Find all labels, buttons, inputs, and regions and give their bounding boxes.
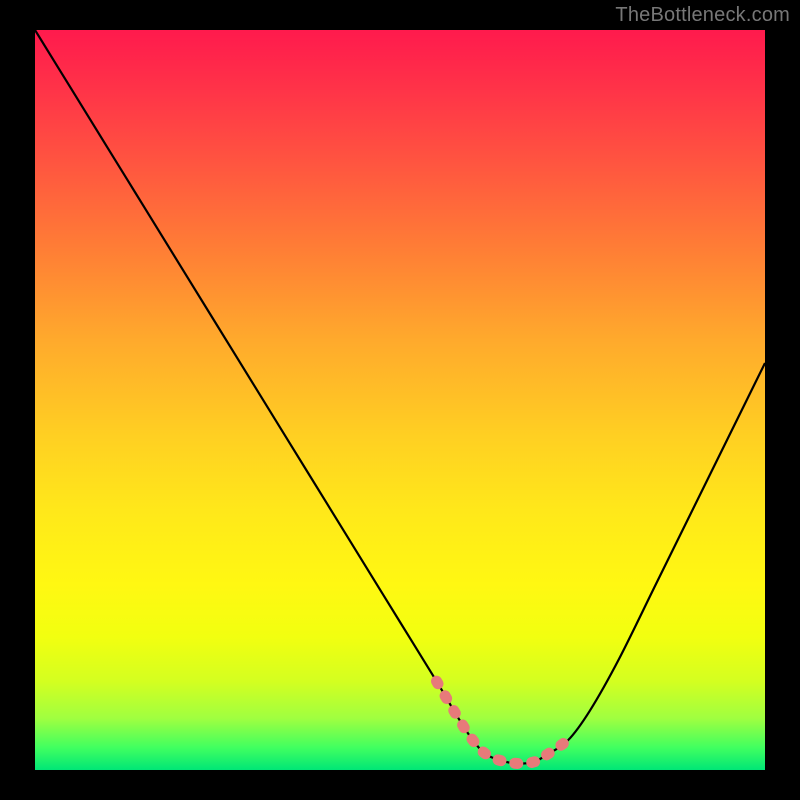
chart-plot-area [35, 30, 765, 770]
chart-svg [35, 30, 765, 770]
attribution-text: TheBottleneck.com [615, 4, 790, 27]
bottleneck-curve-line [35, 30, 765, 764]
optimal-range-highlight [437, 681, 568, 763]
